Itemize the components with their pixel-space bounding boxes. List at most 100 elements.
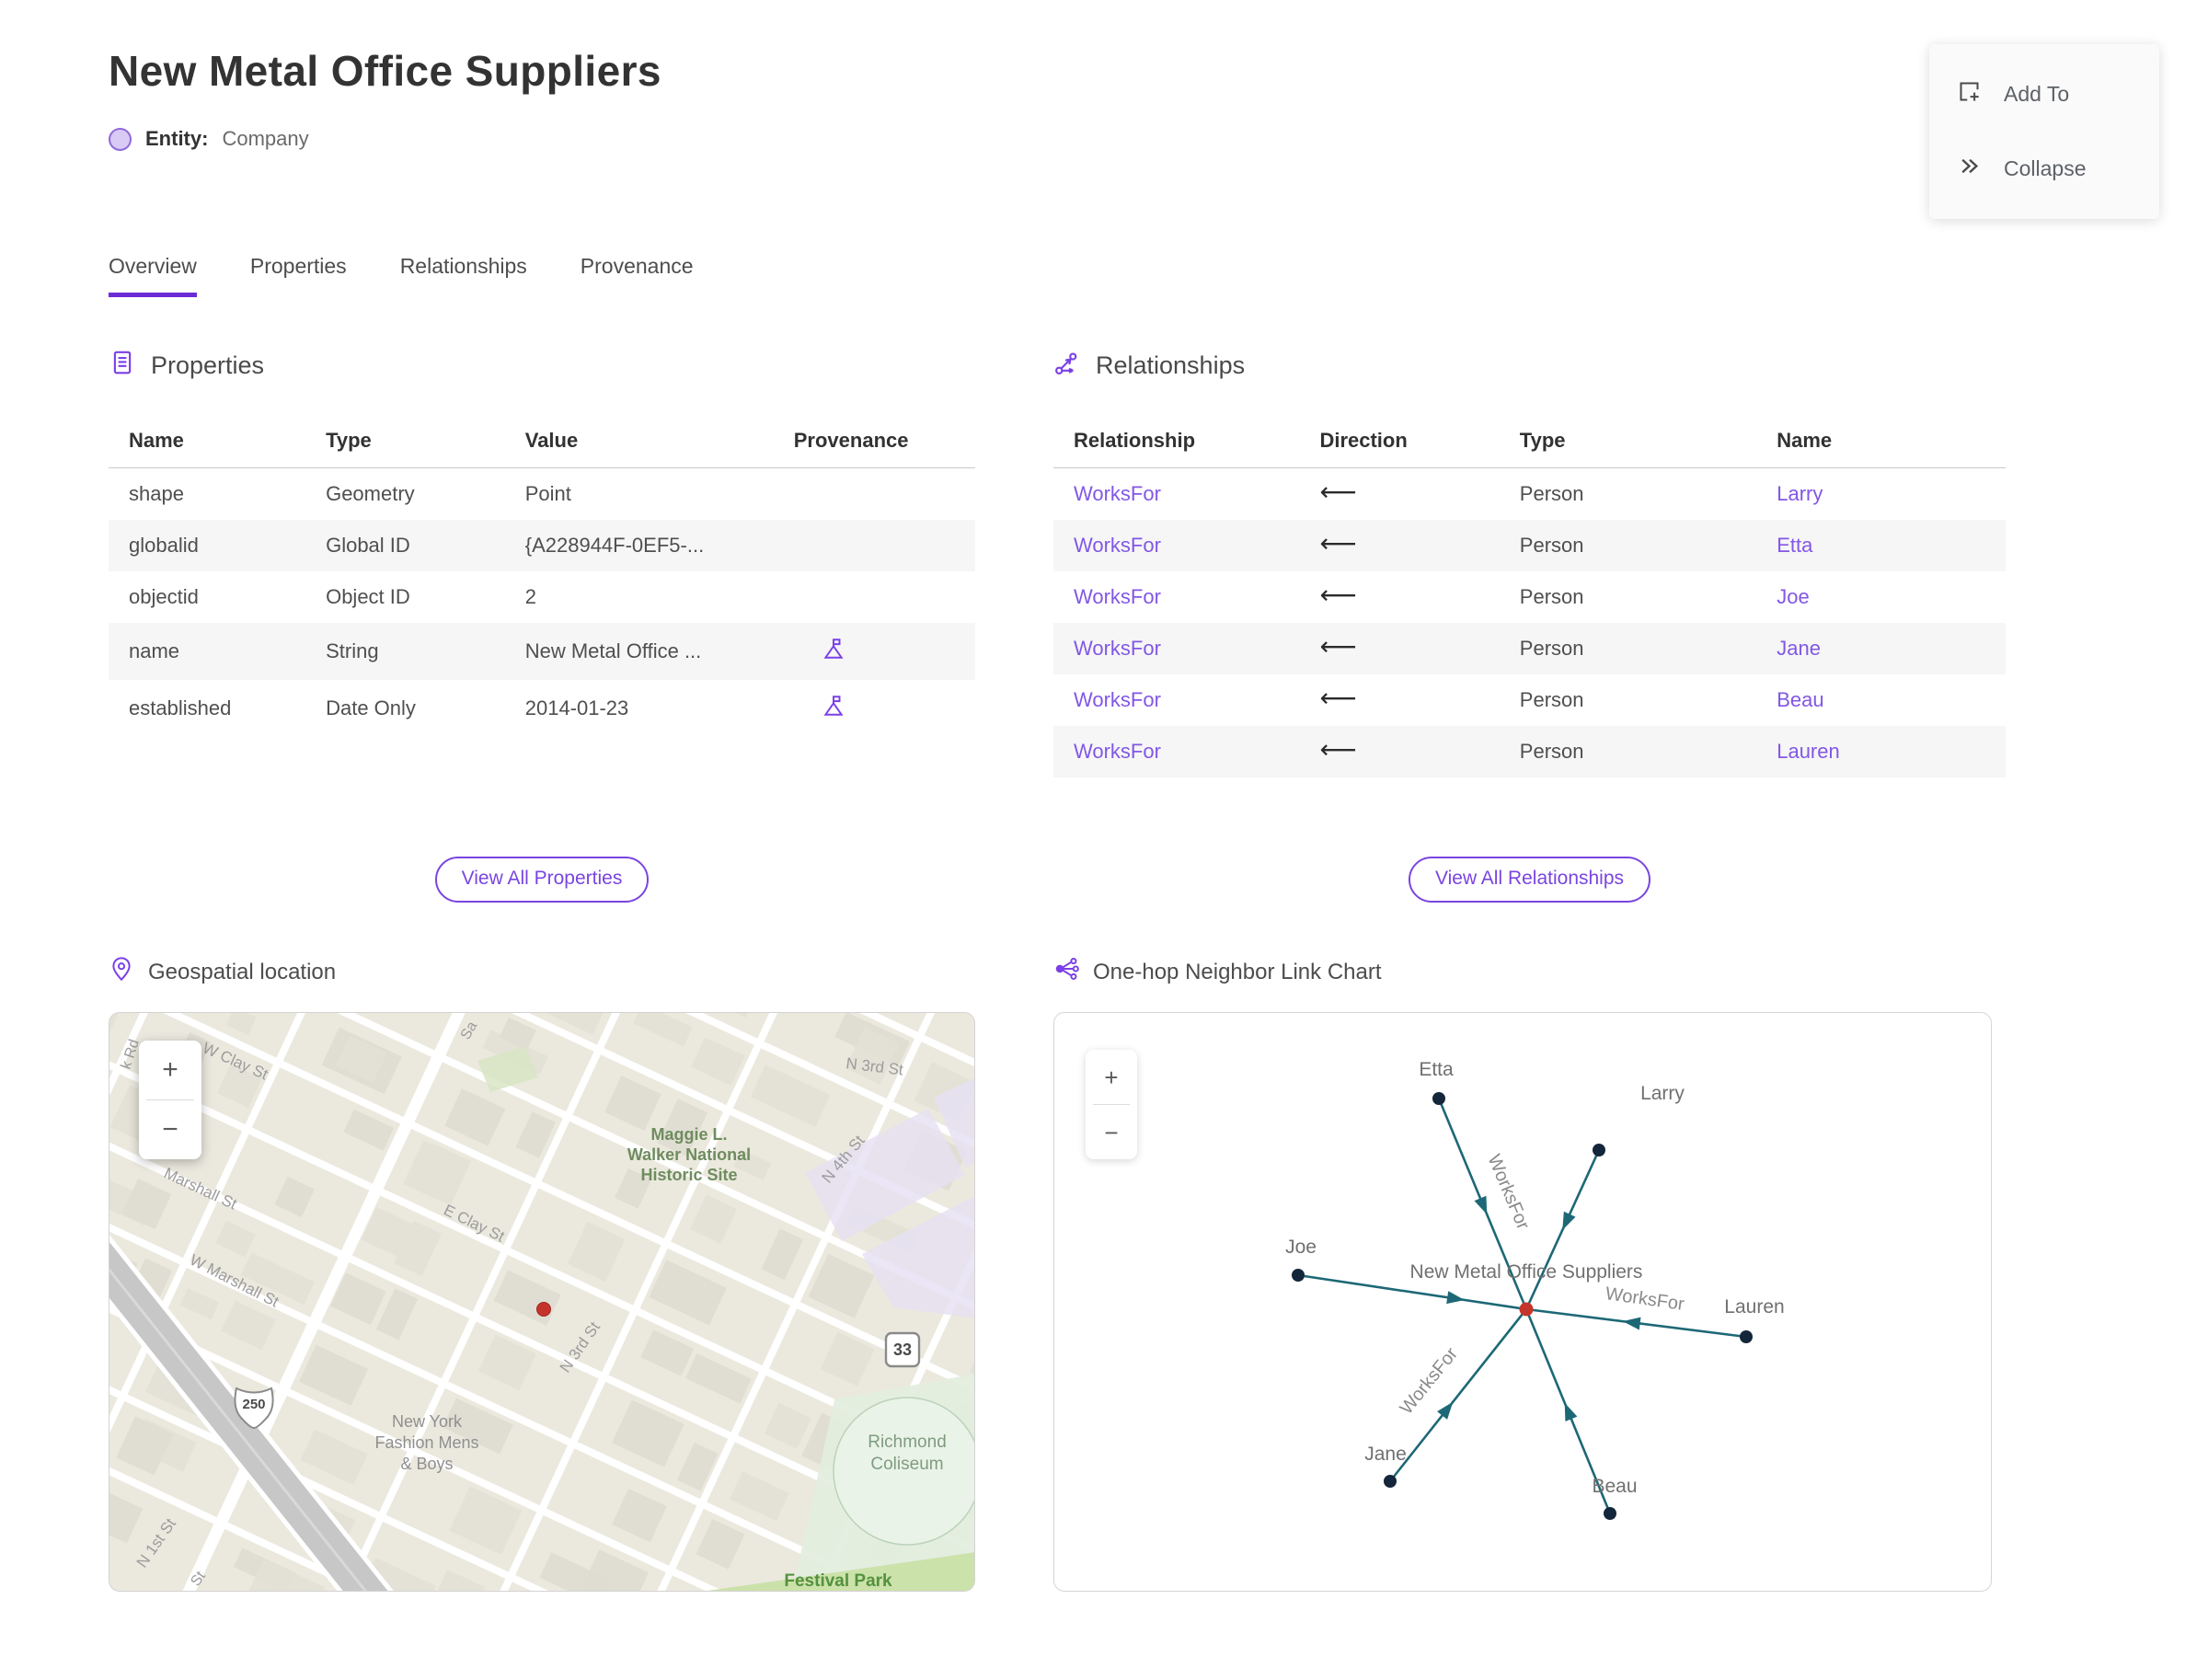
entity-name-link[interactable]: Joe [1777,585,1809,608]
entity-name-link[interactable]: Jane [1777,637,1821,660]
add-to-icon [1957,79,1982,109]
entity-type-cell: Person [1519,585,1584,608]
add-to-button[interactable]: Add To [1929,57,2159,132]
tab-provenance[interactable]: Provenance [581,254,694,297]
chart-edge-arrow [1564,1402,1578,1421]
direction-arrow: ⟵ [1319,631,1357,662]
chart-node[interactable] [1432,1092,1445,1105]
map-zoom-control: + − [139,1041,201,1159]
column-header: Value [515,418,785,468]
map-zoom-out-button[interactable]: − [139,1100,201,1159]
chart-node-label: Lauren [1724,1296,1784,1318]
link-chart-canvas[interactable]: WorksFor WorksFor WorksFor Etta Larry Joe Laur… [1054,1013,1992,1592]
direction-arrow: ⟵ [1319,528,1357,558]
chart-node-label: Beau [1592,1476,1637,1497]
property-provenance [785,520,975,571]
column-header: Provenance [784,418,975,468]
collapse-button[interactable]: Collapse [1929,132,2159,206]
chart-node-label: Joe [1285,1237,1317,1258]
map-label: Walker National [627,1145,751,1164]
property-row: name String New Metal Office ... [109,623,975,680]
property-provenance [785,468,975,521]
action-panel: Add To Collapse [1929,44,2159,219]
relationship-type-link[interactable]: WorksFor [1074,688,1161,711]
chart-edge-label: WorksFor [1397,1344,1463,1419]
chart-node[interactable] [1593,1144,1605,1156]
map-label: Fashion Mens [374,1433,478,1452]
chart-center-label: New Metal Office Suppliers [1410,1261,1643,1283]
entity-label: Entity: [145,127,209,150]
relationship-type-link[interactable]: WorksFor [1074,534,1161,557]
map-label: Richmond [868,1433,947,1452]
link-chart[interactable]: + − WorksFor WorksFor WorksFor Etta Larry Joe… [1053,1012,1992,1592]
property-provenance [785,571,975,623]
svg-text:33: 33 [893,1341,912,1359]
entity-type-value: Company [222,127,309,150]
relationship-type-link[interactable]: WorksFor [1074,585,1161,608]
page-title: New Metal Office Suppliers [109,47,661,95]
chart-edge-arrow [1474,1195,1488,1215]
property-provenance[interactable] [785,623,975,680]
property-type: Global ID [326,534,410,557]
chart-node[interactable] [1604,1507,1616,1520]
chart-node[interactable] [1384,1475,1397,1488]
properties-table: Name Type Value Provenance shape Geometry Poi… [109,418,975,737]
entity-row: Entity: Company [109,127,2208,151]
relationship-row: WorksFor ⟵ Person Lauren [1053,726,2006,777]
map-zoom-in-button[interactable]: + [139,1041,201,1099]
relationship-row: WorksFor ⟵ Person Joe [1053,571,2006,623]
entity-type-cell: Person [1519,637,1584,660]
property-type: Geometry [326,482,415,505]
tab-relationships[interactable]: Relationships [400,254,527,297]
view-all-properties-button[interactable]: View All Properties [434,857,650,903]
provenance-flag-icon[interactable] [822,696,845,722]
property-row: shape Geometry Point [109,468,975,521]
property-type: Date Only [326,696,416,719]
property-type: Object ID [326,585,410,608]
column-header: Name [1767,418,2006,468]
relationship-row: WorksFor ⟵ Person Etta [1053,520,2006,571]
provenance-flag-icon[interactable] [822,639,845,665]
view-all-relationships-button[interactable]: View All Relationships [1408,857,1651,903]
tab-overview[interactable]: Overview [109,254,197,297]
map-pin-icon [109,956,134,988]
map-label: Maggie L. [650,1125,727,1144]
properties-icon [109,349,136,383]
chart-edge-arrow [1562,1211,1576,1230]
relationship-row: WorksFor ⟵ Person Beau [1053,674,2006,726]
entity-type-cell: Person [1519,740,1584,763]
chart-center-node[interactable] [1519,1302,1534,1317]
properties-section-title: Properties [109,349,975,383]
link-chart-zoom-control: + − [1086,1050,1137,1159]
relationship-type-link[interactable]: WorksFor [1074,482,1161,505]
properties-section: Properties Name Type Value Provenance shape… [109,349,975,846]
relationship-type-link[interactable]: WorksFor [1074,637,1161,660]
map-label: New York [392,1412,463,1431]
column-header: Direction [1310,418,1511,468]
relationship-type-link[interactable]: WorksFor [1074,740,1161,763]
chart-node[interactable] [1740,1330,1753,1343]
link-chart-section: One-hop Neighbor Link Chart + − WorksFor… [1053,956,2006,1592]
relationships-table: Relationship Direction Type Name WorksFor ⟵ P… [1053,418,2006,777]
link-chart-zoom-out-button[interactable]: − [1086,1105,1137,1159]
property-name: objectid [129,585,199,608]
entity-name-link[interactable]: Larry [1777,482,1823,505]
page-header: New Metal Office Suppliers Entity: Compa… [0,0,2208,151]
map-label: & Boys [400,1455,453,1473]
map-marker[interactable] [536,1302,551,1317]
relationship-row: WorksFor ⟵ Person Larry [1053,468,2006,521]
link-chart-icon [1053,956,1079,988]
entity-name-link[interactable]: Beau [1777,688,1823,711]
map[interactable]: + − 250 33 k Rd W Clay St Sa N 3rd St N 4th St… [109,1012,975,1592]
chart-node[interactable] [1292,1269,1305,1282]
link-chart-zoom-in-button[interactable]: + [1086,1050,1137,1104]
tab-properties[interactable]: Properties [250,254,347,297]
property-provenance[interactable] [785,680,975,737]
entity-name-link[interactable]: Lauren [1777,740,1840,763]
map-canvas[interactable]: 25033k Rd W Clay StSaN 3rd StN 4th StMagg… [109,1013,975,1592]
entity-name-link[interactable]: Etta [1777,534,1812,557]
property-type: String [326,639,379,662]
entity-type-cell: Person [1519,534,1584,557]
direction-arrow: ⟵ [1319,477,1357,507]
relationships-section: Relationships Relationship Direction Type N… [1053,349,2006,846]
